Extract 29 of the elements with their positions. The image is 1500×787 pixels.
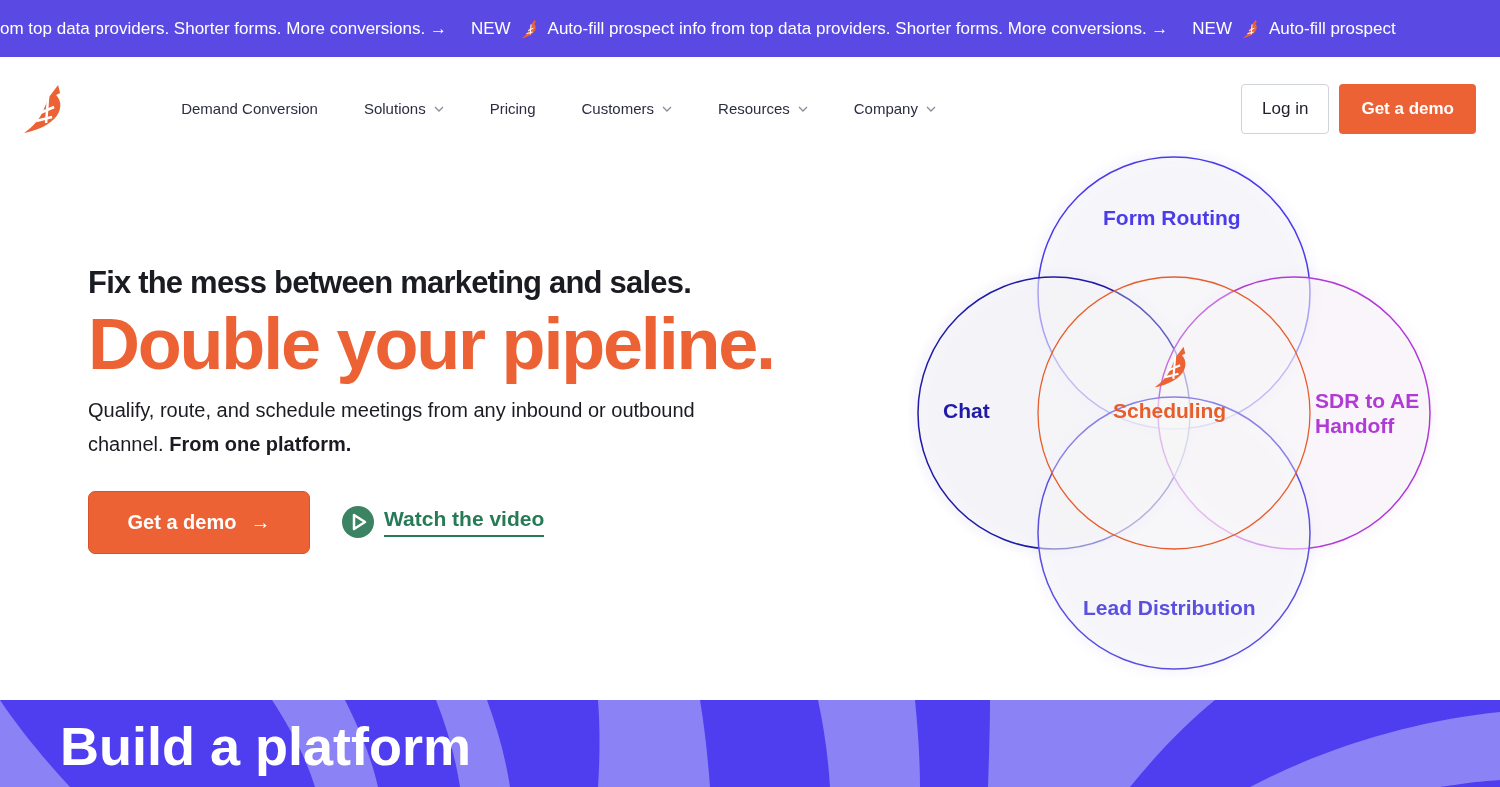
announcement-text[interactable]: Auto-fill prospect xyxy=(1269,18,1396,39)
hero-description: Qualify, route, and schedule meetings from any inbound or outbound channel. From one platform. xyxy=(88,397,696,457)
chevron-down-icon xyxy=(925,105,936,112)
pepper-icon xyxy=(520,18,538,39)
new-label: NEW xyxy=(1192,18,1232,39)
hero-eyebrow: Fix the mess between marketing and sales. xyxy=(88,265,692,301)
circle-label: Chat xyxy=(943,398,990,423)
circle-label: SDR to AE Handoff xyxy=(1315,388,1421,438)
nav-link[interactable]: Customers xyxy=(581,100,673,117)
nav-link[interactable]: Pricing xyxy=(489,100,536,117)
nav-link[interactable]: Resources xyxy=(718,100,808,117)
play-icon xyxy=(342,506,374,539)
announcement-text[interactable]: Auto-fill prospect info from top data providers. Shorter forms. More conversions. → xyxy=(547,18,1169,39)
hero-headline: Double your pipeline. xyxy=(88,307,775,383)
chevron-down-icon xyxy=(797,105,808,112)
nav-link[interactable]: Solutions xyxy=(363,100,444,117)
watch-video-link[interactable]: Watch the video xyxy=(342,506,545,539)
circle-label: Scheduling xyxy=(1113,398,1227,423)
chevron-down-icon xyxy=(662,105,673,112)
circle-label: Lead Distribution xyxy=(1083,595,1256,620)
nav-link[interactable]: Company xyxy=(853,100,936,117)
nav-link[interactable]: Demand Conversion xyxy=(181,100,318,117)
announcement-text[interactable]: om top data providers. Shorter forms. More conversions. → xyxy=(0,18,447,39)
circle-label: Form Routing xyxy=(1103,205,1241,230)
login-button[interactable]: Log in xyxy=(1241,83,1330,134)
new-label: NEW xyxy=(470,18,511,39)
pepper-icon xyxy=(1242,18,1259,39)
chevron-down-icon xyxy=(433,105,444,112)
section-heading: Build a platform xyxy=(60,715,471,778)
